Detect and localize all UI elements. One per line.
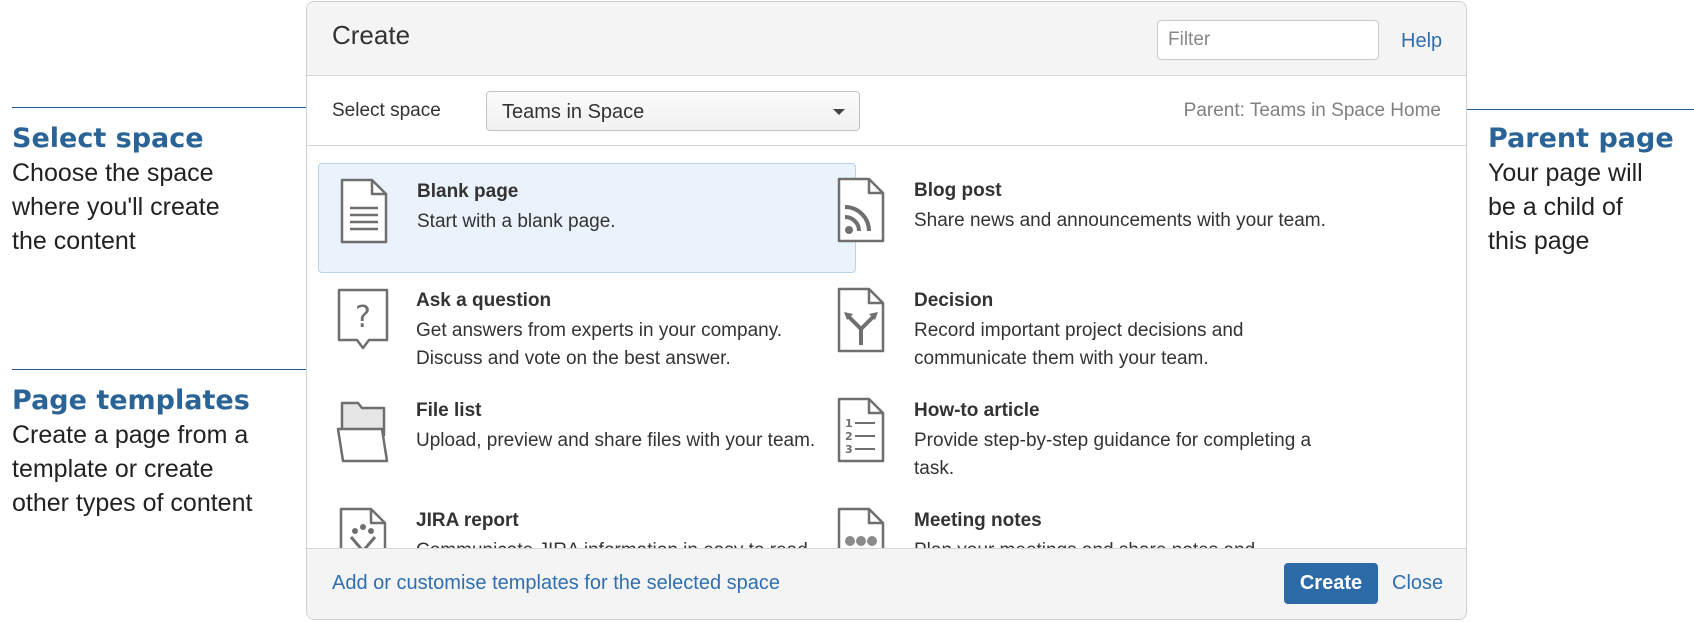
template-name: Blog post — [914, 180, 1002, 201]
annotation-text: the content — [12, 227, 136, 255]
template-description: Get answers from experts in your company… — [416, 320, 783, 369]
parent-page-text: Parent: Teams in Space Home — [1183, 100, 1441, 121]
create-button[interactable]: Create — [1284, 563, 1378, 604]
template-how-to-article[interactable]: 1 2 3 How-to article Provide step-by-ste… — [816, 383, 1354, 493]
annotation-text: this page — [1488, 227, 1590, 255]
template-name: Blank page — [417, 181, 519, 202]
template-description: Upload, preview and share files with you… — [416, 430, 816, 451]
select-space-callout-line — [12, 107, 322, 108]
template-description: Share news and announcements with your t… — [914, 210, 1326, 231]
template-description: Start with a blank page. — [417, 211, 616, 232]
dialog-title: Create — [332, 20, 411, 50]
annotation-text: be a child of — [1488, 193, 1623, 221]
annotation-text: template or create — [12, 455, 214, 483]
svg-text:?: ? — [355, 300, 371, 335]
annotation-text: Your page will — [1488, 159, 1643, 187]
template-name: Meeting notes — [914, 510, 1042, 531]
jira-report-icon — [339, 507, 387, 552]
space-bar: Select space Teams in Space Parent: Team… — [307, 76, 1466, 146]
annotation-text: other types of content — [12, 489, 253, 517]
template-name: JIRA report — [416, 510, 519, 531]
filter-input[interactable] — [1157, 20, 1379, 60]
parent-page-annotation: Parent page Your page will be a child of… — [1488, 122, 1674, 258]
annotation-text: Choose the space — [12, 159, 214, 187]
template-blog-post[interactable]: Blog post Share news and announcements w… — [816, 163, 1354, 273]
page-templates-annotation: Page templates Create a page from a temp… — [12, 384, 252, 520]
folder-icon — [336, 401, 389, 463]
template-blank-page[interactable]: Blank page Start with a blank page. — [318, 163, 856, 273]
template-file-list[interactable]: File list Upload, preview and share file… — [318, 383, 856, 493]
svg-text:1: 1 — [845, 417, 853, 430]
annotation-title: Page templates — [12, 385, 250, 416]
template-list: Blank page Start with a blank page. Blog… — [307, 147, 1466, 552]
create-dialog: Create Help Select space Teams in Space … — [306, 1, 1467, 620]
customise-templates-link[interactable]: Add or customise templates for the selec… — [332, 572, 780, 595]
template-meeting-notes[interactable]: Meeting notes Plan your meetings and sha… — [816, 493, 1354, 552]
svg-text:3: 3 — [845, 443, 853, 456]
meeting-notes-icon — [837, 507, 885, 552]
template-description: Record important project decisions and c… — [914, 320, 1244, 369]
numbered-list-icon: 1 2 3 — [837, 397, 885, 463]
page-templates-callout-line — [12, 369, 327, 370]
template-name: How-to article — [914, 400, 1040, 421]
chevron-down-icon — [833, 109, 845, 115]
blank-page-icon — [340, 178, 388, 244]
template-jira-report[interactable]: JIRA report Communicate JIRA information… — [318, 493, 856, 552]
annotation-title: Parent page — [1488, 123, 1674, 154]
help-link[interactable]: Help — [1401, 30, 1442, 53]
close-link[interactable]: Close — [1392, 572, 1443, 595]
annotation-title: Select space — [12, 123, 204, 154]
parent-page-callout-line — [1455, 109, 1694, 110]
decision-icon — [837, 287, 885, 353]
template-decision[interactable]: Decision Record important project decisi… — [816, 273, 1354, 383]
annotation-text: Create a page from a — [12, 421, 249, 449]
template-description: Provide step-by-step guidance for comple… — [914, 430, 1312, 479]
space-select[interactable]: Teams in Space — [486, 91, 860, 131]
dialog-footer: Add or customise templates for the selec… — [307, 548, 1466, 619]
select-space-label: Select space — [332, 100, 441, 121]
template-ask-a-question[interactable]: ? Ask a question Get answers from expert… — [318, 273, 856, 383]
template-name: File list — [416, 400, 482, 421]
svg-text:2: 2 — [845, 430, 853, 443]
select-space-annotation: Select space Choose the space where you'… — [12, 122, 220, 258]
dialog-header: Create Help — [307, 2, 1466, 76]
space-select-value: Teams in Space — [502, 101, 645, 123]
template-name: Decision — [914, 290, 994, 311]
rss-icon — [837, 177, 885, 243]
template-name: Ask a question — [416, 290, 552, 311]
annotation-text: where you'll create — [12, 193, 220, 221]
question-icon: ? — [337, 288, 389, 350]
